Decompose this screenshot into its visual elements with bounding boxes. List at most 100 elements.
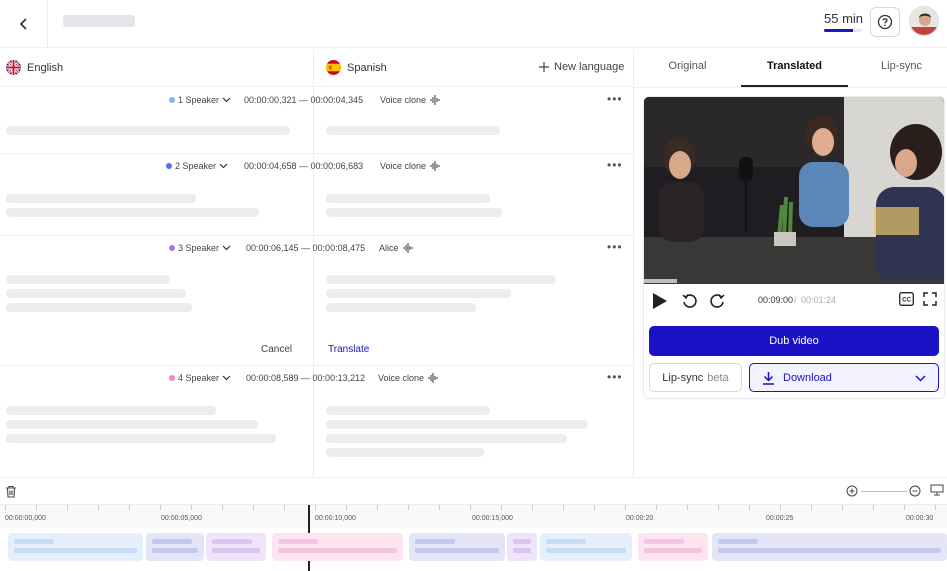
timeline-clip[interactable]: [409, 533, 505, 561]
more-options-icon[interactable]: •••: [607, 92, 623, 106]
timeline-ruler[interactable]: 00:00:00,000 00:00:05,000 00:00:10,000 00:0…: [0, 504, 947, 528]
segment-timecode[interactable]: 00:00:04,658 — 00:00:06,683: [244, 161, 363, 171]
voice-selector[interactable]: Alice: [379, 243, 414, 253]
speaker-selector[interactable]: 1 Speaker: [169, 95, 231, 105]
video-preview[interactable]: [644, 97, 944, 284]
source-text-line[interactable]: [6, 434, 276, 443]
timeline-tick: [718, 505, 719, 510]
clip-waveform-bar: [212, 539, 252, 544]
source-text-line[interactable]: [6, 303, 192, 312]
source-text-line[interactable]: [6, 208, 259, 217]
new-language-button[interactable]: New language: [539, 61, 624, 73]
tab-translated[interactable]: Translated: [741, 60, 848, 72]
forward-icon[interactable]: [709, 293, 725, 309]
timeline-clip[interactable]: [206, 533, 266, 561]
source-text-line[interactable]: [6, 420, 258, 429]
dub-video-button[interactable]: Dub video: [649, 326, 939, 356]
target-text-line[interactable]: [326, 275, 556, 284]
source-text-line[interactable]: [6, 275, 170, 284]
voice-label: Alice: [379, 243, 399, 253]
speaker-label: 3 Speaker: [178, 243, 220, 253]
timeline-tick: [284, 505, 285, 510]
segment-timecode[interactable]: 00:00:00,321 — 00:00:04,345: [244, 95, 363, 105]
voice-selector[interactable]: Voice clone: [378, 373, 439, 383]
back-button[interactable]: [0, 0, 48, 48]
source-text-line[interactable]: [6, 289, 186, 298]
timeline-tick: [501, 505, 502, 510]
time-separator: /: [794, 295, 797, 305]
tab-original[interactable]: Original: [634, 60, 741, 72]
source-language[interactable]: English: [6, 60, 63, 75]
target-language[interactable]: Spanish: [326, 60, 387, 75]
translate-button[interactable]: Translate: [328, 344, 369, 355]
tab-lip-sync[interactable]: Lip-sync: [848, 60, 947, 72]
download-button[interactable]: Download: [749, 363, 939, 392]
timeline-clip[interactable]: [638, 533, 708, 561]
more-options-icon[interactable]: •••: [607, 158, 623, 172]
clip-waveform-bar: [546, 548, 626, 553]
speaker-selector[interactable]: 3 Speaker: [169, 243, 231, 253]
clip-waveform-bar: [718, 539, 758, 544]
speaker-selector[interactable]: 4 Speaker: [169, 373, 231, 383]
timeline-clip[interactable]: [540, 533, 632, 561]
target-text-line[interactable]: [326, 126, 500, 135]
timeline-tick: [129, 505, 130, 510]
timeline-clip[interactable]: [507, 533, 537, 561]
source-text-line[interactable]: [6, 406, 216, 415]
current-time: 00:09:00: [758, 295, 794, 305]
segment-2[interactable]: 2 Speaker 00:00:04,658 — 00:00:06,683 Vo…: [0, 154, 633, 236]
timeline-clip[interactable]: [712, 533, 947, 561]
voice-selector[interactable]: Voice clone: [380, 95, 441, 105]
clip-waveform-bar: [212, 548, 260, 553]
timeline-tick: [191, 505, 192, 510]
voice-selector[interactable]: Voice clone: [380, 161, 441, 171]
timeline-clip[interactable]: [146, 533, 204, 561]
zoom-in-icon[interactable]: [846, 485, 858, 497]
lip-sync-button[interactable]: Lip-sync beta: [649, 363, 742, 392]
video-progress-bar[interactable]: [644, 279, 944, 283]
segment-4[interactable]: 4 Speaker 00:00:08,589 — 00:00:13,212 Vo…: [0, 365, 633, 477]
plus-icon: [539, 62, 549, 72]
source-text-line[interactable]: [6, 126, 290, 135]
speaker-selector[interactable]: 2 Speaker: [166, 161, 228, 171]
source-text-line[interactable]: [6, 194, 196, 203]
target-text-line[interactable]: [326, 194, 490, 203]
segment-timecode[interactable]: 00:00:08,589 — 00:00:13,212: [246, 373, 365, 383]
cancel-button[interactable]: Cancel: [261, 344, 292, 355]
help-button[interactable]: [870, 7, 900, 37]
target-text-line[interactable]: [326, 208, 502, 217]
segment-timecode[interactable]: 00:00:06,145 — 00:00:08,475: [246, 243, 365, 253]
timeline-tick: [346, 505, 347, 510]
clip-waveform-bar: [14, 539, 54, 544]
screen-icon[interactable]: [930, 484, 944, 496]
voice-label: Voice clone: [378, 373, 425, 383]
timeline-tick: [904, 505, 905, 510]
speaker-color-dot: [169, 245, 175, 251]
total-time: 00:01:24: [801, 295, 837, 305]
player-controls: 00:09:00 / 00:01:24 CC: [644, 287, 944, 317]
fullscreen-icon[interactable]: [923, 292, 937, 306]
more-options-icon[interactable]: •••: [607, 240, 623, 254]
chevron-down-icon: [222, 245, 231, 251]
target-text-line[interactable]: [326, 448, 484, 457]
rewind-icon[interactable]: [682, 293, 698, 309]
segment-1[interactable]: 1 Speaker 00:00:00,321 — 00:00:04,345 Vo…: [0, 88, 633, 154]
trash-icon[interactable]: [5, 485, 17, 498]
captions-icon[interactable]: CC: [899, 292, 914, 306]
target-text-line[interactable]: [326, 289, 511, 298]
more-options-icon[interactable]: •••: [607, 370, 623, 384]
target-text-line[interactable]: [326, 420, 588, 429]
target-text-line[interactable]: [326, 303, 476, 312]
timeline-clip[interactable]: [272, 533, 403, 561]
timeline-clip[interactable]: [8, 533, 143, 561]
target-text-line[interactable]: [326, 434, 567, 443]
target-language-label: Spanish: [347, 61, 387, 74]
timeline-tick: [594, 505, 595, 510]
clip-waveform-bar: [152, 539, 192, 544]
timeline-tick: [5, 505, 6, 510]
target-text-line[interactable]: [326, 406, 490, 415]
play-icon[interactable]: [652, 292, 668, 310]
user-avatar[interactable]: [909, 6, 939, 36]
zoom-out-icon[interactable]: [909, 485, 921, 497]
zoom-slider[interactable]: [861, 491, 907, 492]
